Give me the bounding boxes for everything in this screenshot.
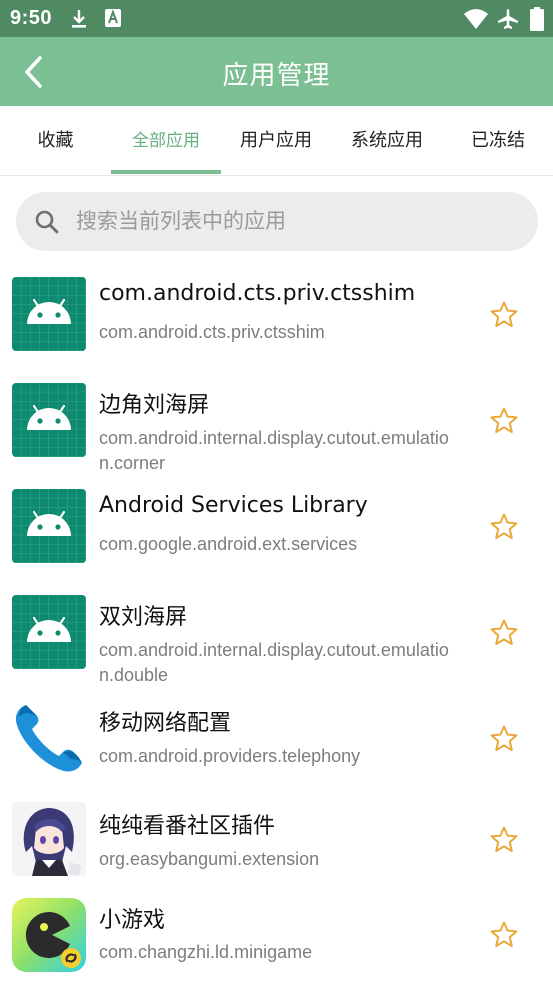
list-item[interactable]: com.android.cts.priv.ctsshim com.android… <box>0 262 553 368</box>
list-item[interactable]: Android Services Library com.google.andr… <box>0 474 553 580</box>
star-icon[interactable] <box>489 512 519 542</box>
search-input[interactable] <box>76 200 516 242</box>
app-package: org.easybangumi.extension <box>99 849 320 869</box>
page-title: 应用管理 <box>222 61 331 91</box>
app-package: com.android.providers.telephony <box>99 746 361 766</box>
star-icon[interactable] <box>489 724 519 754</box>
search-bar[interactable] <box>16 192 538 251</box>
search-icon <box>35 210 59 234</box>
app-package: com.android.internal.display.cutout.emul… <box>99 428 449 473</box>
star-icon[interactable] <box>489 406 519 436</box>
app-name: com.android.cts.priv.ctsshim <box>99 281 416 306</box>
tab-all-apps[interactable]: 全部应用 <box>111 106 221 176</box>
battery-icon <box>530 7 544 31</box>
tab-user-apps[interactable]: 用户应用 <box>221 106 331 176</box>
status-time: 9:50 <box>10 7 53 29</box>
star-icon[interactable] <box>489 920 519 950</box>
app-name: 纯纯看番社区插件 <box>99 814 276 839</box>
wifi-icon <box>464 9 488 29</box>
list-item[interactable]: 移动网络配置 com.android.providers.telephony <box>0 686 553 792</box>
star-icon[interactable] <box>489 825 519 855</box>
star-icon[interactable] <box>489 300 519 330</box>
tab-favorites[interactable]: 收藏 <box>0 106 111 176</box>
list-item[interactable]: 边角刘海屏 com.android.internal.display.cutou… <box>0 368 553 474</box>
airplane-icon <box>498 9 518 29</box>
minigame-icon <box>12 898 86 972</box>
app-package: com.google.android.ext.services <box>99 534 358 554</box>
android-default-icon <box>12 277 86 351</box>
app-package: com.android.cts.priv.ctsshim <box>99 322 325 342</box>
font-icon <box>105 9 121 27</box>
star-icon[interactable] <box>489 618 519 648</box>
android-default-icon <box>12 383 86 457</box>
app-name: 双刘海屏 <box>99 605 188 630</box>
tab-indicator <box>111 170 221 174</box>
app-name: 小游戏 <box>99 908 166 933</box>
list-item[interactable]: 纯纯看番社区插件 org.easybangumi.extension <box>0 792 553 890</box>
tab-system-apps[interactable]: 系统应用 <box>331 106 443 176</box>
android-default-icon <box>12 489 86 563</box>
tab-frozen[interactable]: 已冻结 <box>443 106 553 176</box>
app-bar: 应用管理 <box>0 37 553 106</box>
app-name: 边角刘海屏 <box>99 393 210 418</box>
android-default-icon <box>12 595 86 669</box>
status-bar: 9:50 <box>0 0 553 37</box>
app-package: com.android.internal.display.cutout.emul… <box>99 640 449 685</box>
anime-avatar-icon <box>12 802 86 876</box>
app-name: Android Services Library <box>99 493 368 518</box>
phone-icon <box>12 701 86 775</box>
list-item[interactable]: 双刘海屏 com.android.internal.display.cutout… <box>0 580 553 686</box>
download-icon <box>72 10 86 28</box>
app-package: com.changzhi.ld.minigame <box>99 942 313 962</box>
app-name: 移动网络配置 <box>99 711 232 736</box>
tab-bar: 收藏 全部应用 用户应用 系统应用 已冻结 <box>0 106 553 176</box>
list-item[interactable]: 小游戏 com.changzhi.ld.minigame <box>0 890 553 984</box>
